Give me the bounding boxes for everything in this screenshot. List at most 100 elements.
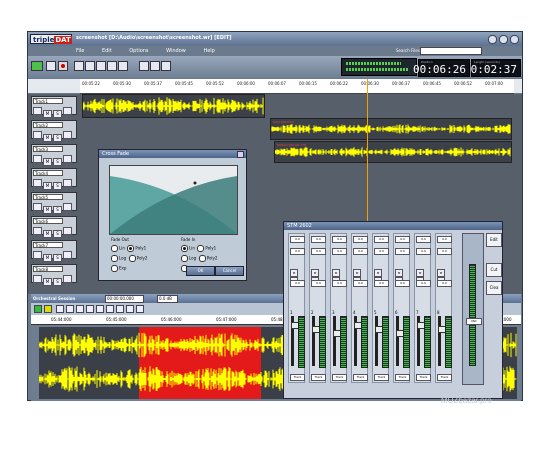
mixer-mute-button[interactable]: M [374,269,382,277]
track-header[interactable]: Track1 M S [31,96,77,118]
solo-button[interactable]: S [53,278,62,286]
mixer-mute-button[interactable]: M [332,269,340,277]
track-header[interactable]: Track8 M S [31,264,77,286]
zoom-selection-icon[interactable] [107,61,117,71]
pan-value[interactable]: 0.0 [416,248,431,255]
fade-out-lin-radio[interactable] [111,245,118,252]
dialog-close-icon[interactable] [237,151,244,158]
record-arm-button[interactable] [33,275,42,283]
record-arm-button[interactable] [33,107,42,115]
menu-edit[interactable]: Edit [102,48,112,54]
track-header[interactable]: Track4 M S [31,168,77,190]
editor-time-field[interactable]: 00:00:00.000 [105,295,144,303]
fade-curve-graph[interactable] [109,165,238,235]
track-name[interactable]: Track3 [33,146,63,152]
track-header[interactable]: Track7 M S [31,240,77,262]
marker-icon[interactable] [139,61,149,71]
volume-value[interactable]: 0.0 [311,280,326,287]
send-value[interactable]: 0.0 [353,236,368,243]
time-ruler[interactable]: 00:05:22 00:05:30 00:05:37 00:05:45 00:05:52… [80,79,514,94]
fx-button[interactable] [63,155,72,163]
new-button[interactable] [31,61,43,71]
mixer-cut-button[interactable]: Cut [486,263,502,277]
solo-button[interactable]: S [53,254,62,262]
send-value[interactable]: 0.0 [290,236,305,243]
send-value[interactable]: 0.0 [437,236,452,243]
save-icon[interactable] [136,305,144,313]
track-header[interactable]: Track5 M S [31,192,77,214]
mute-button[interactable]: M [43,230,52,238]
zoom-full-icon[interactable] [118,61,128,71]
fader-track[interactable] [417,316,427,366]
ok-button[interactable]: OK [186,266,215,276]
volume-value[interactable]: 0.0 [374,280,389,287]
track-name[interactable]: Track5 [33,194,63,200]
mute-button[interactable]: M [43,158,52,166]
fader-track[interactable] [333,316,343,366]
stop-button[interactable] [46,61,56,71]
zoom-in-icon[interactable] [74,61,84,71]
solo-button[interactable]: S [53,206,62,214]
volume-value[interactable]: 0.0 [290,280,305,287]
menu-options[interactable]: Options [129,48,148,54]
fx-button[interactable] [63,179,72,187]
grid-icon[interactable] [150,61,160,71]
solo-button[interactable]: S [53,158,62,166]
send-value[interactable]: 0.0 [416,236,431,243]
solo-button[interactable]: S [53,134,62,142]
record-arm-button[interactable] [33,179,42,187]
fader-track[interactable] [354,316,364,366]
mute-button[interactable]: M [43,182,52,190]
tool-icon[interactable] [116,305,124,313]
fx-button[interactable] [63,227,72,235]
normalize-icon[interactable] [96,305,104,313]
solo-button[interactable]: S [53,182,62,190]
pause-button[interactable] [44,305,52,313]
track-name[interactable]: Track6 [33,218,63,224]
track-name[interactable]: Track7 [33,242,63,248]
track-header[interactable]: Track3 M S [31,144,77,166]
pan-value[interactable]: 0.0 [353,248,368,255]
zoom-out-icon-2[interactable] [76,305,84,313]
mixer-mute-button[interactable]: M [395,269,403,277]
fader-track[interactable] [312,316,322,366]
mixer-edit-button[interactable]: Edit [486,233,502,247]
track-header[interactable]: Track2 M S [31,120,77,142]
fx-button[interactable] [63,275,72,283]
fx-button[interactable] [63,251,72,259]
fade-out-poly1-radio[interactable] [127,245,135,252]
zoom-fit-icon[interactable] [96,61,106,71]
track-name[interactable]: Track1 [33,98,63,104]
fader-track[interactable] [375,316,385,366]
fade-icon[interactable] [106,305,114,313]
minimize-button[interactable] [488,35,497,44]
clip-track4[interactable]: Refrain [Vocals 7.6] [274,141,512,163]
mute-button[interactable]: M [43,206,52,214]
mixer-mute-button[interactable]: M [290,269,298,277]
track-name[interactable]: Track2 [33,122,63,128]
loop-icon[interactable] [56,305,64,313]
search-input[interactable] [420,47,482,55]
clip-track3[interactable]: Intro [90.0 fx] [270,118,512,140]
mute-button[interactable]: M [43,278,52,286]
mixer-mute-button[interactable]: M [437,269,445,277]
close-button[interactable] [510,35,519,44]
record-arm-button[interactable] [33,251,42,259]
fade-out-poly2-radio[interactable] [128,255,136,262]
menu-window[interactable]: Window [166,48,186,54]
mute-button[interactable]: M [43,134,52,142]
pan-value[interactable]: 0.0 [374,248,389,255]
play-button[interactable] [34,305,42,313]
menu-help[interactable]: Help [203,48,214,54]
mute-button[interactable]: M [43,110,52,118]
fx-button[interactable] [63,131,72,139]
zoom-in-icon-2[interactable] [66,305,74,313]
fade-out-exp-radio[interactable] [111,265,118,272]
pan-value[interactable]: 0.0 [332,248,347,255]
fade-in-poly2-radio[interactable] [198,255,206,262]
mute-button[interactable]: M [43,254,52,262]
track-name[interactable]: Track8 [33,266,63,272]
send-value[interactable]: 0.0 [374,236,389,243]
curve-handle[interactable] [193,181,197,185]
fader-track[interactable] [438,316,448,366]
